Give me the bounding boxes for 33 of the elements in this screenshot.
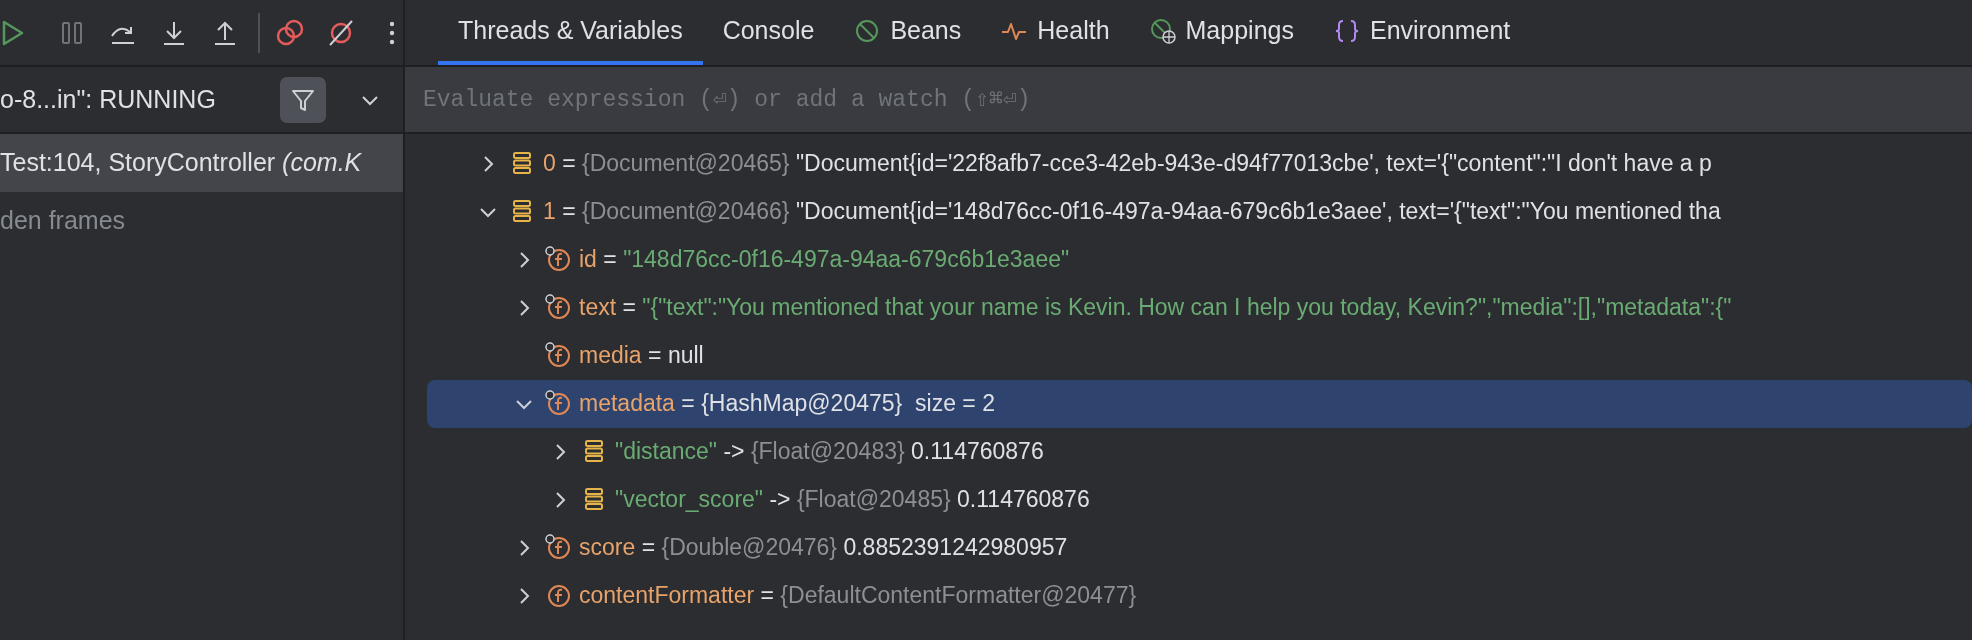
variable-text: 0 = {Document@20465} "Document{id='22f8afb7-cce3-42eb-943e-d94f77013cbe', text='{"content":"I don't have a p	[543, 149, 1712, 179]
tree-row[interactable]: "vector_score" -> {Float@20485} 0.114760876	[427, 475, 1972, 524]
tree-row[interactable]: text = "{"text":"You mentioned that your name is Kevin. How can I help you today, Kevin?","media":[],"metadata":{"	[427, 283, 1972, 332]
tree-row[interactable]: 1 = {Document@20466} "Document{id='148d76cc-0f16-497a-94aa-679c6b1e3aee', text='{"text":"You mentioned tha	[427, 187, 1972, 236]
variable-text: contentFormatter = {DefaultContentFormatter@20477}	[579, 581, 1137, 611]
beans-icon	[854, 17, 881, 44]
tree-row[interactable]: score = {Double@20476} 0.8852391242980957	[427, 523, 1972, 572]
variable-text: media = null	[579, 341, 704, 371]
mappings-icon	[1149, 17, 1176, 44]
variable-text: id = "148d76cc-0f16-497a-94aa-679c6b1e3aee"	[579, 245, 1070, 275]
tree-row[interactable]: 0 = {Document@20465} "Document{id='22f8afb7-cce3-42eb-943e-d94f77013cbe', text='{"content":"I don't have a p	[427, 139, 1972, 188]
tab[interactable]: Beans	[834, 0, 982, 65]
stack-frame[interactable]: Test:104, StoryController (com.K	[0, 134, 403, 192]
tab[interactable]: Health	[981, 0, 1130, 65]
variable-text: "vector_score" -> {Float@20485} 0.114760876	[615, 485, 1090, 515]
tree-row[interactable]: id = "148d76cc-0f16-497a-94aa-679c6b1e3aee"	[427, 235, 1972, 284]
tree-row[interactable]: metadata = {HashMap@20475} size = 2	[427, 379, 1972, 428]
tab[interactable]: Environment	[1313, 0, 1531, 65]
variable-text: text = "{"text":"You mentioned that your name is Kevin. How can I help you today, Kevin?","media":[],"metadata":{"	[579, 293, 1732, 323]
filter-button[interactable]	[280, 76, 326, 123]
tab[interactable]: Console	[702, 0, 835, 65]
variable-text: metadata = {HashMap@20475} size = 2	[579, 389, 995, 419]
environment-icon	[1333, 17, 1360, 44]
variable-text: "distance" -> {Float@20483} 0.114760876	[615, 437, 1044, 467]
hidden-frames-link[interactable]: den frames	[0, 202, 126, 240]
tree-row[interactable]: contentFormatter = {DefaultContentFormatter@20477}	[427, 571, 1972, 620]
tree-row[interactable]: media = null	[427, 331, 1972, 380]
tab[interactable]: Mappings	[1129, 0, 1314, 65]
variable-text: score = {Double@20476} 0.8852391242980957	[579, 533, 1068, 563]
variable-text: 1 = {Document@20466} "Document{id='148d76cc-0f16-497a-94aa-679c6b1e3aee', text='{"text":"You mentioned tha	[543, 197, 1721, 227]
thread-selector[interactable]: o-8...in": RUNNING	[0, 80, 216, 119]
tree-row[interactable]: "distance" -> {Float@20483} 0.114760876	[427, 427, 1972, 476]
expression-field[interactable]: Evaluate expression (⏎) or add a watch (⇧⌘⏎)	[405, 67, 1972, 134]
